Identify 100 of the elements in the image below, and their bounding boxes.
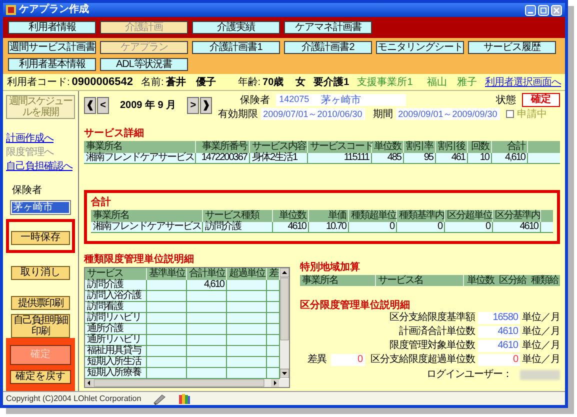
value-field: 0 (330, 354, 364, 366)
value-field: 4610 (478, 326, 520, 338)
section-title: サービス詳細 (84, 126, 145, 140)
field-label: 保険者 (240, 94, 270, 108)
tab[interactable]: 利用者情報 (8, 21, 96, 34)
pen-icon[interactable] (153, 392, 166, 404)
table-cell: 訪問リハビリ (85, 313, 147, 323)
month-label: 2009 年 9 月 (120, 98, 176, 113)
client-sex: 女 (296, 76, 306, 90)
table-cell: 訪問入浴介護 (85, 291, 147, 301)
confirm-button[interactable]: 確定を戻す (10, 370, 71, 384)
column-header: 種類給 (530, 275, 560, 286)
field-label: 利用者コード: (7, 76, 70, 90)
sidebar-button[interactable]: 取り消し (11, 266, 70, 280)
first-button[interactable]: ❰ (84, 97, 96, 114)
previous-button[interactable]: < (97, 97, 109, 114)
table-cell: 0 (397, 222, 445, 232)
care-level: 要介護1 (314, 76, 350, 90)
tab[interactable]: 週間サービス計画書 (8, 41, 96, 54)
status-badge: 確定 (522, 93, 560, 107)
value-field: 4610 (478, 340, 520, 352)
table-cell: 4610 (493, 222, 541, 232)
vertical-scrollbar[interactable] (280, 268, 289, 378)
window-title: ケアプラン作成 (19, 5, 89, 15)
unit-label: 単位／月 (522, 326, 560, 338)
section-title: 特別地域加算 (300, 260, 361, 274)
horizontal-scrollbar[interactable] (85, 379, 289, 387)
table-cell: 0 (349, 222, 397, 232)
list-item[interactable]: 茅ヶ崎市 (12, 202, 69, 213)
sidebar-link[interactable]: 自己負担確認へ (6, 161, 75, 173)
table-cell: 訪問介護 (85, 280, 147, 290)
table-cell: 通所介護 (85, 324, 147, 334)
tab[interactable]: ケアマネ計画書 (284, 21, 372, 34)
section-title: 合計 (91, 196, 112, 210)
validity-field: 2009/07/01～2010/06/30 (261, 108, 366, 120)
table-cell: 10 (468, 153, 492, 163)
section-title: 区分限度管理単位説明細 (300, 300, 411, 312)
minimize-icon[interactable] (525, 4, 536, 16)
redacted-block (520, 370, 560, 380)
field-label: 区分支給限度超過単位数 (370, 354, 475, 366)
insurer-name: 茅ヶ崎市 (321, 94, 362, 108)
checkbox[interactable] (506, 110, 514, 118)
print-button[interactable]: 提供票印刷 (11, 296, 70, 310)
column-header: 区分給 (498, 275, 528, 286)
maximize-icon[interactable] (538, 4, 549, 16)
tab[interactable]: 利用者基本情報 (8, 58, 96, 71)
care-manager: 福山 雅子 (426, 76, 477, 90)
table-cell: 訪問介護 (203, 222, 273, 232)
unit-label: 単位／月 (522, 340, 560, 352)
table-cell: 1472200367 (196, 153, 250, 163)
client-select-link[interactable]: 利用者選択画面へ (485, 74, 561, 90)
insurer-label: 保険者 (12, 184, 43, 198)
unit-label: 単位／月 (522, 354, 560, 366)
field-label: 年齢: (238, 76, 261, 90)
column-header: 単位数 (466, 275, 496, 286)
table-cell: 461 (436, 153, 468, 163)
sidebar-link[interactable]: 計画作成へ (6, 133, 75, 145)
tab[interactable]: 介護実績 (192, 21, 280, 34)
print-button[interactable]: 自己負担明細印刷 (11, 314, 70, 338)
table-cell: 身体2生活1 (250, 153, 308, 163)
value-field: 16580 (478, 312, 520, 324)
table-cell: 95 (404, 153, 436, 163)
column-header: 事業所名 (300, 275, 376, 286)
table-cell: 通所リハビリ (85, 335, 147, 345)
column-header: サービス名 (376, 275, 464, 286)
table-cell: 4,610 (492, 153, 528, 163)
table-cell: 0 (445, 222, 493, 232)
insurer-number: 142075 (279, 93, 310, 106)
unit-label: 単位／月 (522, 312, 560, 324)
expand-button[interactable]: 週間スケジュールを展開 (6, 95, 75, 119)
client-code: 0900006542 (72, 74, 133, 90)
checkbox-label: 申請中 (517, 108, 548, 122)
table-cell: 短期入所生活 (85, 357, 147, 367)
copyright-text: Copyright (C)2004 LOhlet Corporation (6, 394, 142, 402)
tab[interactable]: モニタリングシート (376, 41, 464, 54)
app-icon (6, 5, 16, 15)
field-label: 計画済合計単位数 (399, 326, 475, 338)
tab[interactable]: 介護計画書2 (284, 41, 372, 54)
field-label: 状態 (496, 94, 516, 108)
sidebar-button[interactable]: 一時保存 (11, 231, 70, 245)
field-label: 区分支給限度基準額 (390, 312, 475, 324)
close-icon[interactable] (551, 4, 562, 16)
table-cell: 4,610 (187, 280, 227, 290)
field-label: 限度管理対象単位数 (390, 340, 475, 352)
table-cell: 湘南フレンドケアサービス (84, 153, 196, 163)
tab[interactable]: 介護計画書1 (192, 41, 280, 54)
field-label: 期間 (373, 108, 394, 122)
period-field: 2009/09/01～2009/09/30 (396, 108, 500, 120)
tab[interactable]: ADL等状況書 (100, 58, 188, 71)
table-cell: 訪問看護 (85, 302, 147, 312)
support-office: 支援事業所1 (357, 76, 413, 90)
table-cell: 短期入所療養 (85, 368, 147, 378)
tab[interactable]: サービス履歴 (468, 41, 556, 54)
table-cell: 福祉用具貸与 (85, 346, 147, 356)
field-label: 有効期限 (218, 108, 258, 122)
last-button[interactable]: ❱ (200, 97, 212, 114)
books-icon[interactable] (178, 392, 192, 404)
next-button[interactable]: > (187, 97, 200, 114)
table-cell: 4610 (273, 222, 309, 232)
client-name: 蒼井 優子 (166, 76, 216, 90)
